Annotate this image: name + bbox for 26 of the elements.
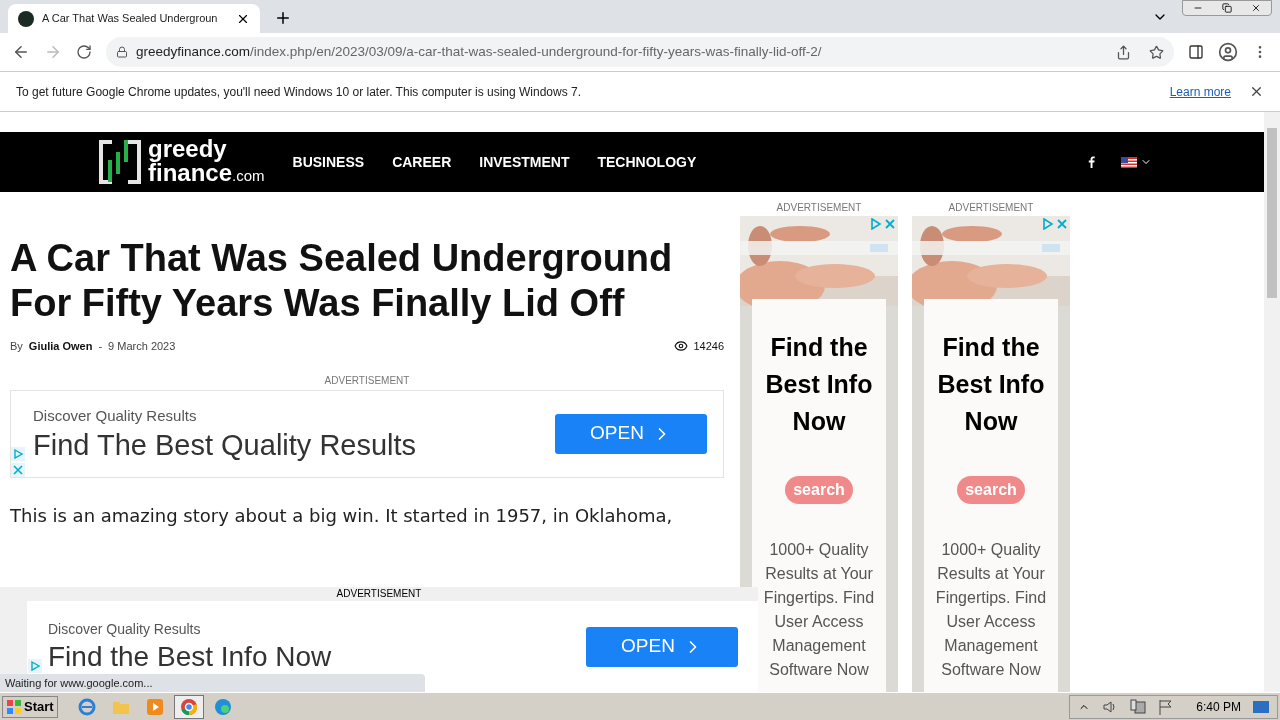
ad-eyebrow: Discover Quality Results (48, 620, 202, 639)
ad-text: 1000+ Quality Results at Your Fingertips. Find User Access Management Software Now (934, 540, 1048, 680)
status-text: Waiting for www.google.com... (5, 675, 153, 691)
search-logo: search (785, 476, 853, 504)
tab-title: A Car That Was Sealed Undergroun (42, 11, 219, 27)
logo-word: finance.com (148, 160, 265, 188)
ad-headline: Find the Best Info Now (936, 332, 1046, 437)
article-title: A Car That Was Sealed Underground For Fifty Years Was Finally Lid Off (10, 236, 674, 326)
ad-eyebrow: Discover Quality Results (33, 406, 198, 427)
ad-label: ADVERTISEMENT (336, 587, 422, 601)
ad-label: ADVERTISEMENT (324, 373, 410, 388)
byline-separator: - (98, 339, 103, 354)
url-text: greedyfinance.com/index.php/en/2023/03/09/a-car-that-was-sealed-underground-for-fifty-years-was-finally-lid-off-2/ (136, 42, 823, 61)
article-paragraph: This is an amazing story about a big win. It started in 1957, in Oklahoma, (10, 503, 674, 528)
ad-label: ADVERTISEMENT (948, 201, 1034, 215)
ad-headline: Find the Best Info Now (764, 332, 874, 437)
view-count: 14246 (693, 339, 724, 354)
ad-text: 1000+ Quality Results at Your Fingertips. Find User Access Management Software Now (762, 540, 876, 680)
byline-by: By (10, 339, 23, 354)
ad-headline: Find the Best Info Now (48, 640, 333, 674)
publish-date: 9 March 2023 (108, 339, 176, 354)
search-logo: search (957, 476, 1025, 504)
ad-headline: Find The Best Quality Results (33, 427, 418, 462)
infobar-message: To get future Google Chrome updates, you'll need Windows 10 or later. This computer is using Windows 7. (16, 83, 583, 101)
logo-word: greedy (148, 136, 227, 161)
ad-label: ADVERTISEMENT (776, 201, 862, 215)
